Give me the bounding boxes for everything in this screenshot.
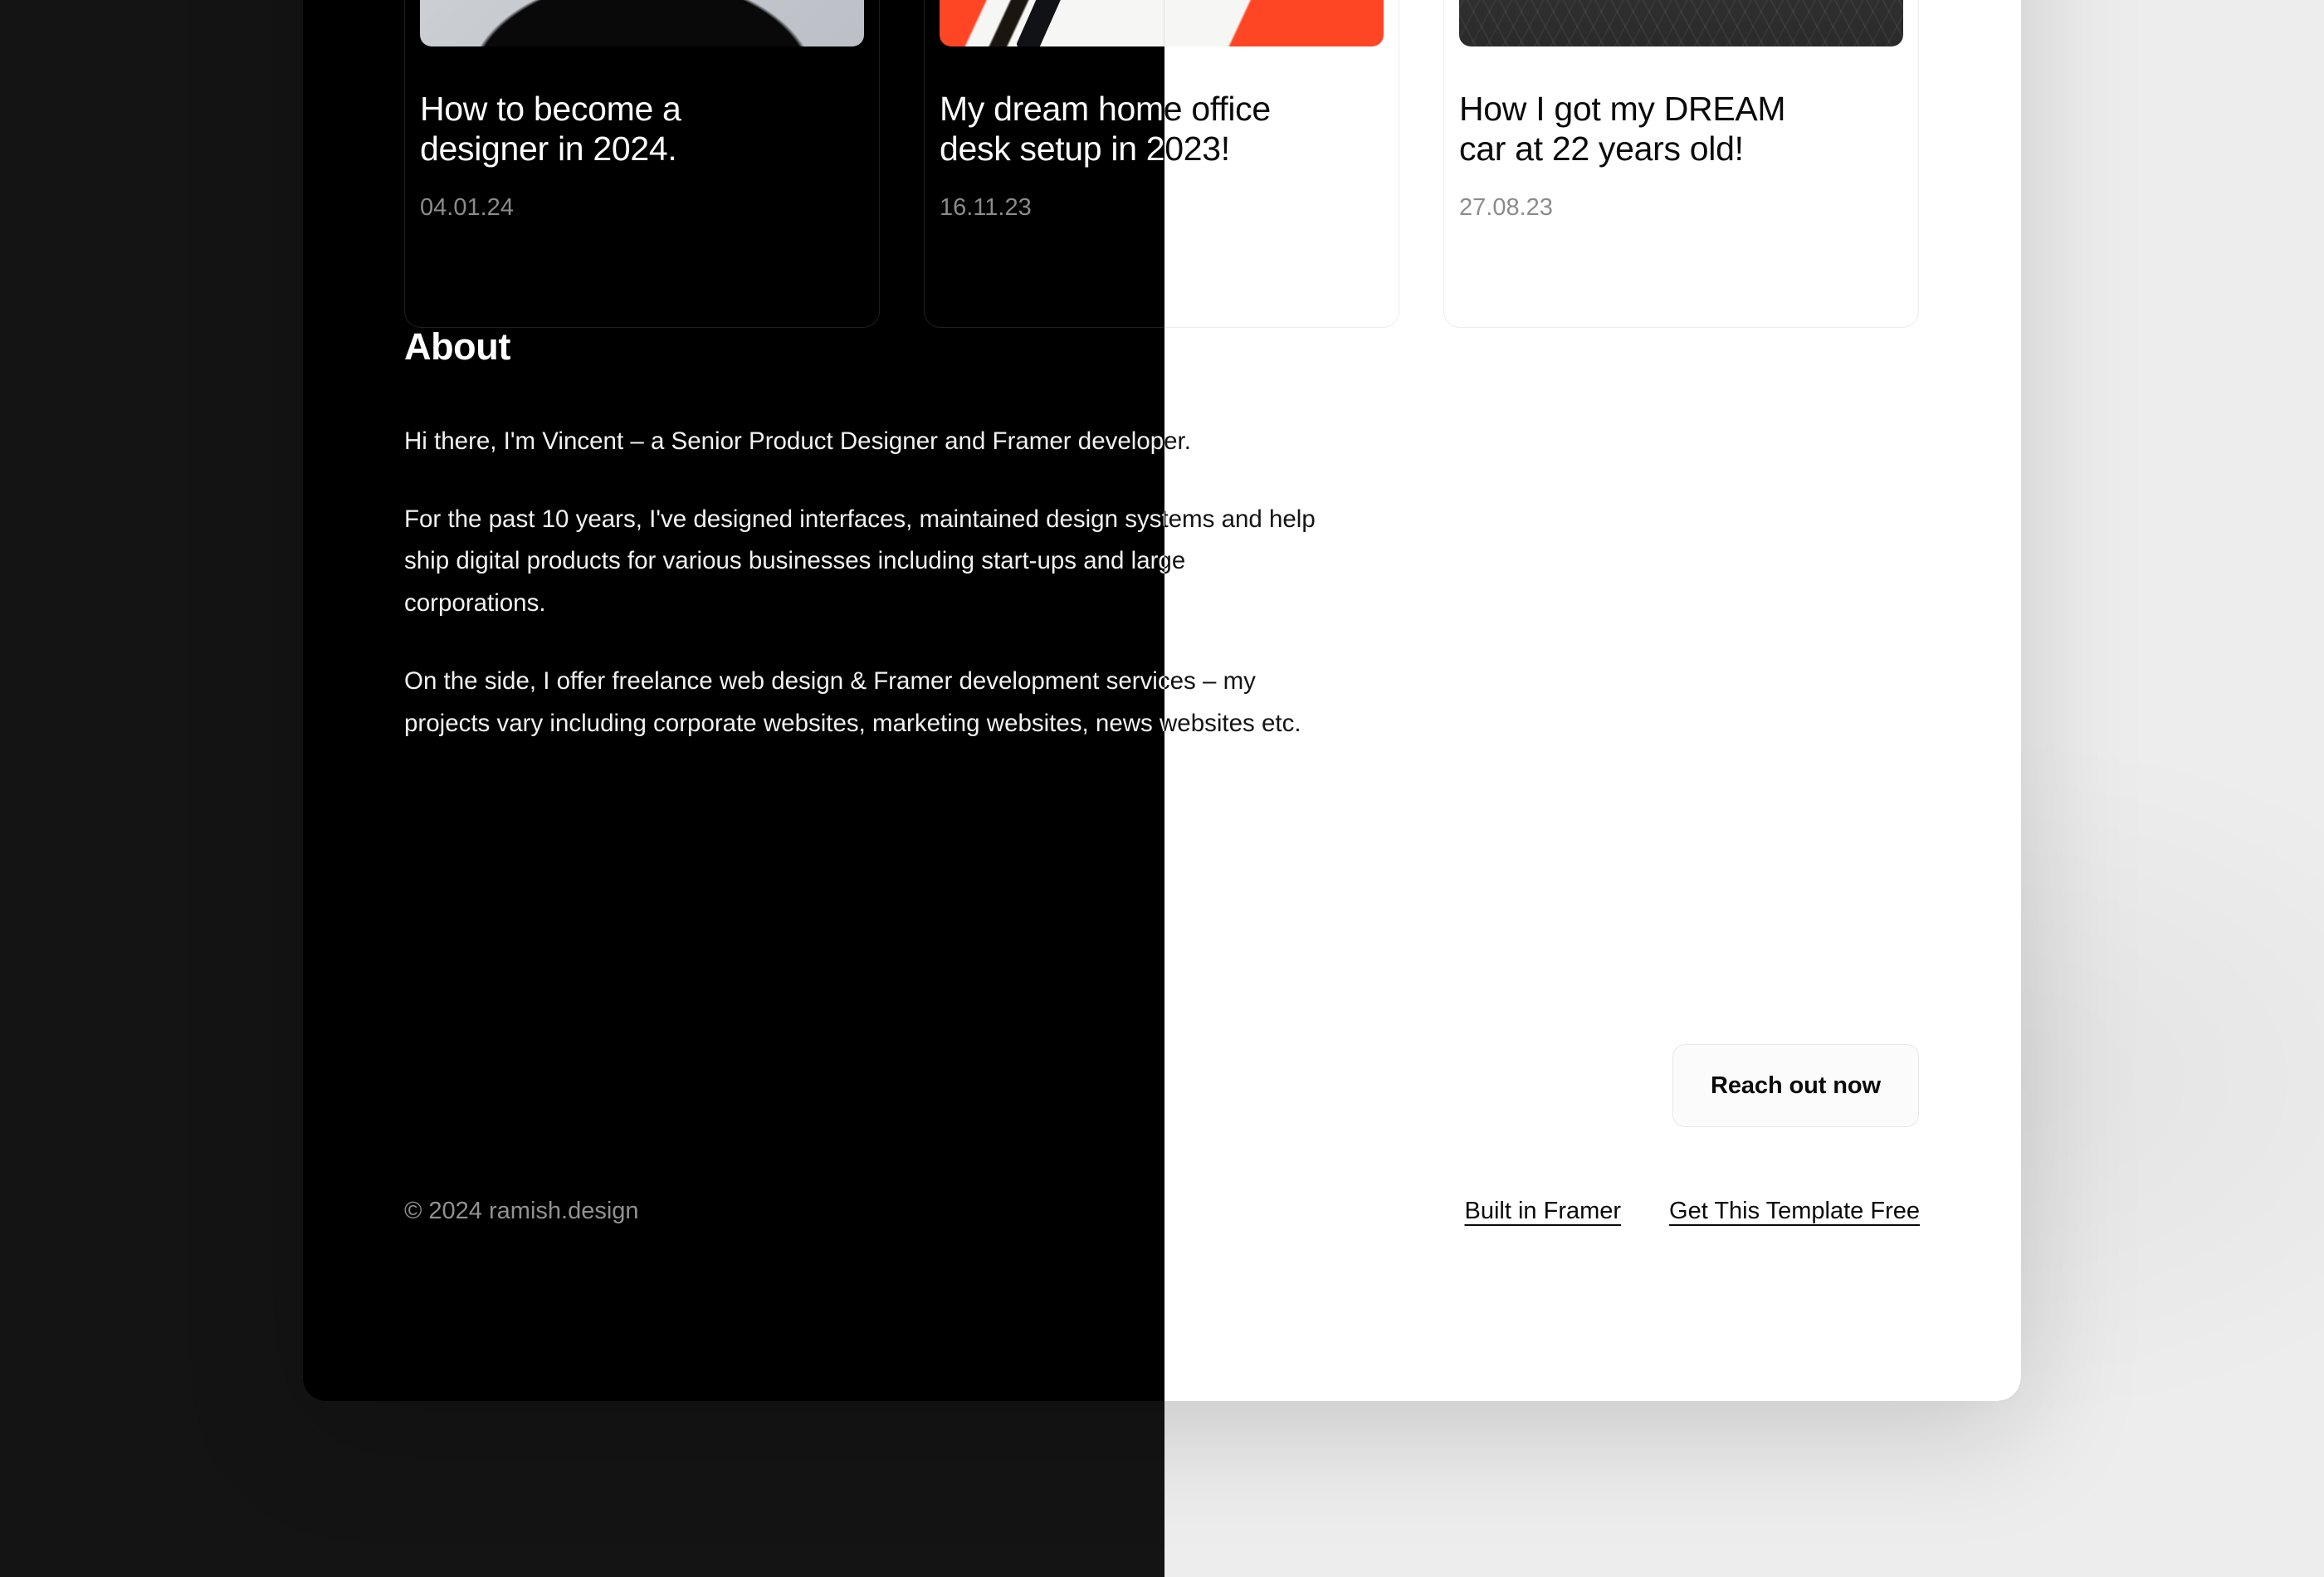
reach-out-button[interactable]: Reach out now [1672, 1044, 1919, 1127]
blog-card-date: 04.01.24 [420, 193, 514, 221]
footer-links: Built in Framer Get This Template Free [1465, 1198, 1921, 1225]
blog-card[interactable]: How I got my DREAM car at 22 years old! … [1443, 0, 1919, 328]
blog-card-date: 27.08.23 [1459, 193, 1553, 221]
blog-thumbnail-image [420, 0, 864, 46]
page-container: How to become a designer in 2024. 04.01.… [303, 0, 2021, 1401]
blog-thumbnail-image [1459, 0, 1903, 46]
blog-card[interactable]: How to become a designer in 2024. 04.01.… [404, 0, 880, 328]
blog-card-title: How I got my DREAM car at 22 years old! [1459, 90, 1786, 168]
get-template-link[interactable]: Get This Template Free [1669, 1198, 1920, 1225]
built-in-framer-link[interactable]: Built in Framer [1465, 1198, 1622, 1225]
screen: How to become a designer in 2024. 04.01.… [0, 0, 2324, 1577]
copyright-text: © 2024 ramish.design [404, 1198, 639, 1224]
blog-card-title: How to become a designer in 2024. [420, 90, 681, 168]
